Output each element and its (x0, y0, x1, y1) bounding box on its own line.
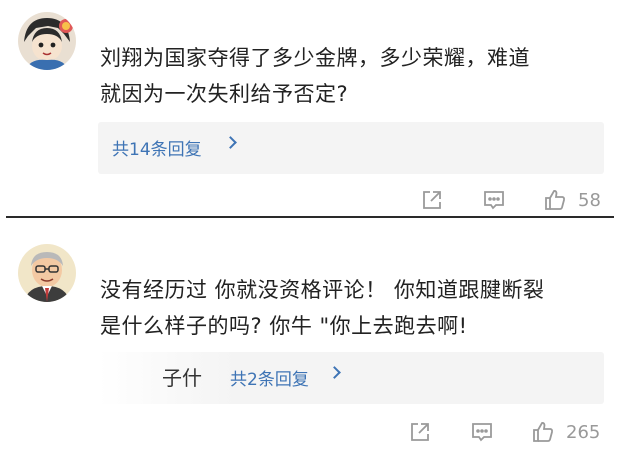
like-icon[interactable] (543, 188, 567, 212)
comment-item: 没有经历过 你就没资格评论！ 你知道跟腱断裂 是什么样子的吗? 你牛 "你上去跑… (0, 224, 620, 454)
comment-divider (0, 214, 620, 224)
comment-text-line: 刘翔为国家夺得了多少金牌，多少荣耀，难道 (100, 46, 530, 70)
comment-actions: 58 (0, 186, 620, 216)
reply-author-name[interactable]: 子什 (162, 362, 202, 391)
replies-preview[interactable]: 子什 共2条回复 (98, 352, 604, 404)
comment-actions: 265 (0, 418, 620, 448)
comment-text-line: 没有经历过 你就没资格评论！ 你知道跟腱断裂 (100, 278, 545, 302)
replies-count-link[interactable]: 共14条回复 (112, 135, 202, 160)
comment-icon[interactable] (470, 420, 494, 444)
replies-count-link[interactable]: 共2条回复 (230, 365, 309, 390)
share-icon[interactable] (408, 420, 432, 444)
like-count: 265 (566, 422, 601, 443)
like-icon[interactable] (531, 420, 555, 444)
avatar[interactable] (18, 244, 76, 302)
like-count: 58 (578, 190, 601, 211)
avatar[interactable] (18, 12, 76, 70)
comment-text-line: 是什么样子的吗? 你牛 "你上去跑去啊! (100, 314, 468, 338)
comment-text: 没有经历过 你就没资格评论！ 你知道跟腱断裂 是什么样子的吗? 你牛 "你上去跑… (100, 272, 610, 344)
comment-text-line: 就因为一次失利给予否定? (100, 82, 349, 106)
chevron-right-icon (328, 366, 341, 379)
comment-text: 刘翔为国家夺得了多少金牌，多少荣耀，难道 就因为一次失利给予否定? (100, 40, 610, 112)
chevron-right-icon (224, 136, 237, 149)
comment-icon[interactable] (482, 188, 506, 212)
share-icon[interactable] (420, 188, 444, 212)
replies-preview[interactable]: 共14条回复 (98, 122, 604, 174)
comment-item: 刘翔为国家夺得了多少金牌，多少荣耀，难道 就因为一次失利给予否定? 共14条回复… (0, 0, 620, 214)
